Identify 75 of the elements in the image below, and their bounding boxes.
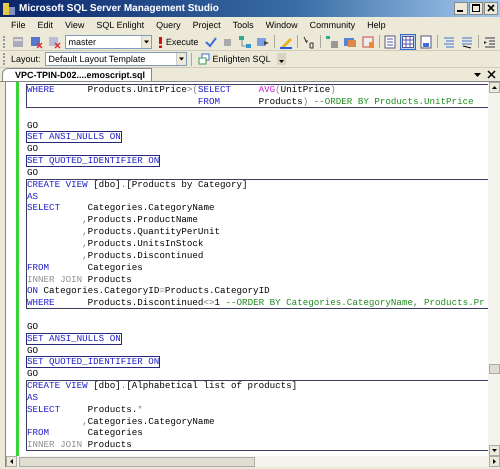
windows-icon [198,53,210,65]
code-line: SELECT Products.* [27,404,144,416]
close-icon[interactable] [484,2,498,15]
layout-label: Layout: [11,54,41,64]
database-dropdown[interactable]: master [64,34,152,48]
scroll-left-icon[interactable] [6,456,17,467]
window-title: Microsoft SQL Server Management Studio [19,3,220,14]
code-line: ,Products.Discontinued [81,250,204,262]
code-line: AS [27,190,40,202]
code-line: GO [27,320,40,333]
code-line: WHERE Products.UnitPrice>(SELECT AVG(UnitPrice) [27,84,337,96]
code-line: GO [27,344,40,356]
enlighten-sql-button[interactable]: Enlighten SQL [196,52,273,66]
comment-icon[interactable] [442,34,456,48]
app-icon [2,2,16,16]
text-results-icon[interactable] [383,34,398,48]
checkmark-icon[interactable] [204,34,218,48]
menu-item[interactable]: Edit [38,20,54,30]
code-line: CREATE VIEW [dbo].[Products by Category] [27,178,249,191]
scroll-thumb[interactable] [488,364,500,374]
code-line: SET ANSI_NULLS ON [27,131,121,144]
caret-icon [176,53,186,65]
database-icon[interactable] [46,34,61,48]
menu-item[interactable]: Tools [232,20,254,30]
file-results-icon[interactable] [419,34,434,48]
menu-item[interactable]: Query [156,20,181,30]
menu-item[interactable]: SQL Enlight [96,20,144,30]
outdent-icon[interactable] [483,34,498,48]
code-line: CREATE VIEW [dbo].[Alphabetical list of products] [27,380,298,392]
vertical-scrollbar[interactable] [488,82,500,456]
code-editor[interactable] [5,82,500,467]
document-tab[interactable]: VPC-TPIN-D02....emoscript.sql [2,68,152,81]
exclamation-icon [158,36,163,48]
code-line: SELECT Categories.CategoryName [27,202,216,214]
database-icon[interactable] [28,34,43,48]
uncomment-icon[interactable] [460,34,474,48]
code-line: WHERE Products.Discontinued<>1 --ORDER BY Categories.CategoryName, Products.Pr [27,297,486,310]
code-line: ,Categories.CategoryName [81,416,216,428]
code-line: ,Products.UnitsInStock [81,238,204,250]
scroll-up-icon[interactable] [488,82,500,93]
code-line: SET ANSI_NULLS ON [27,332,121,345]
code-line: GO [27,120,40,132]
code-line: GO [27,368,40,380]
menu-item[interactable]: Project [192,20,221,30]
minimize-icon[interactable] [454,2,468,15]
scroll-right-icon[interactable] [489,456,500,467]
code-line: ,Products.ProductName [81,214,199,226]
code-line: SET QUOTED_IDENTIFIER ON [27,356,160,368]
dropdown-icon[interactable] [473,70,482,79]
code-line: FROM Categories [27,262,144,274]
execute-button[interactable]: Execute [156,34,200,49]
code-line: FROM Categories [27,427,144,440]
code-line: GO [27,166,40,179]
maximize-icon[interactable] [469,2,483,15]
code-line: GO [27,143,40,156]
caret-icon [140,36,151,48]
overflow-icon[interactable] [276,53,286,65]
code-line: INNER JOIN Products [27,274,133,286]
menu-item[interactable]: Help [367,20,386,30]
menu-item[interactable]: Community [310,20,356,30]
menu-item[interactable]: File [11,20,26,30]
code-line: SET QUOTED_IDENTIFIER ON [27,155,160,167]
code-line: AS [27,392,40,404]
horizontal-scrollbar[interactable] [6,456,500,467]
scroll-thumb[interactable] [19,456,255,466]
grid-results-icon[interactable] [401,34,416,48]
code-line: ON Categories.CategoryID=Products.CategoryID [27,285,271,298]
layout-dropdown[interactable]: Default Layout Template [44,52,187,66]
code-line: ,Products.QuantityPerUnit [81,226,221,238]
menu-item[interactable]: View [65,20,84,30]
close-icon[interactable] [487,70,496,79]
code-line: FROM Products) --ORDER BY Products.UnitPrice [196,96,475,108]
menu-item[interactable]: Window [266,20,298,30]
scroll-down-icon[interactable] [488,445,500,456]
code-line: INNER JOIN Products [27,439,133,452]
